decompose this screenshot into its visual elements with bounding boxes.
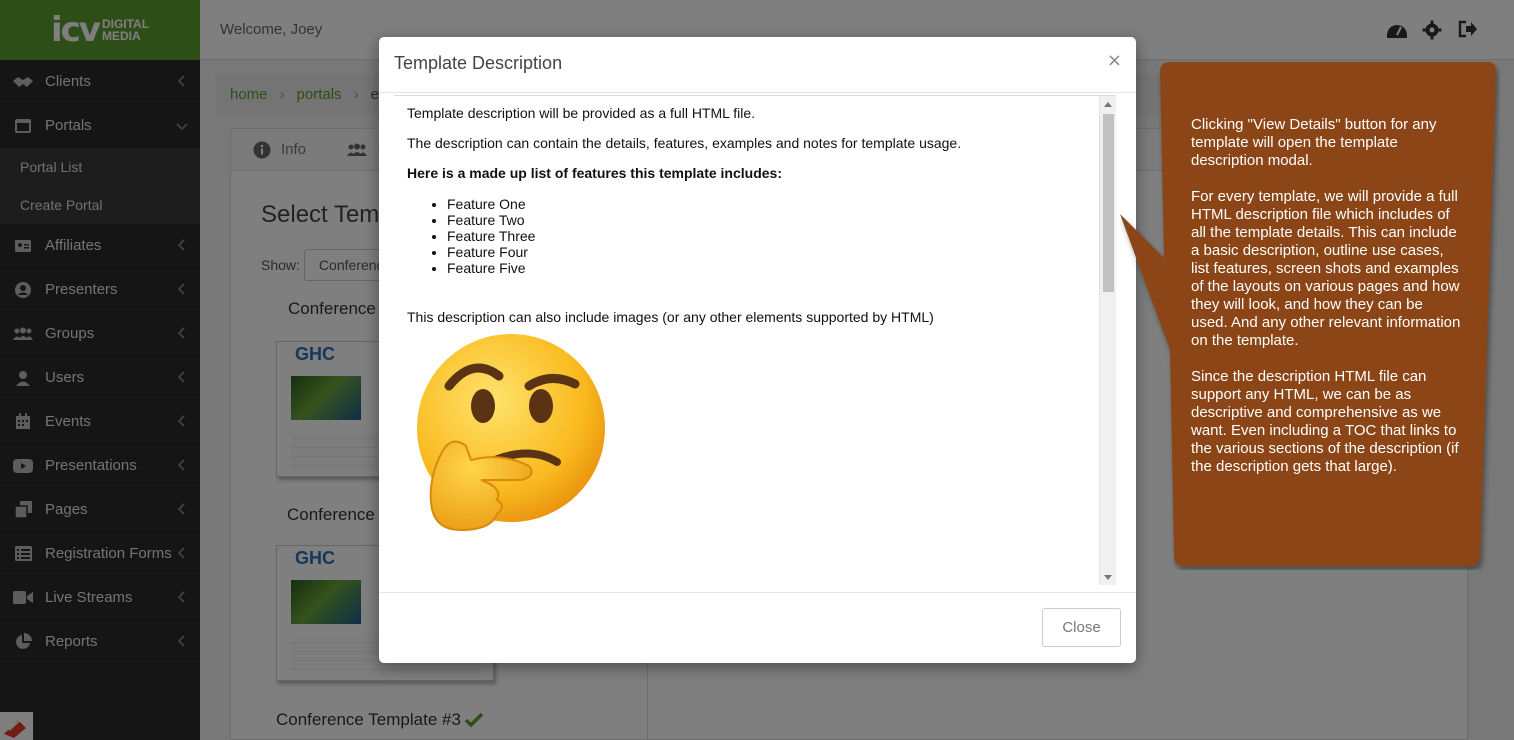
features-heading: Here is a made up list of features this … [407, 165, 782, 181]
callout-text: Clicking "View Details" button for any t… [1191, 116, 1461, 494]
scrollbar-thumb[interactable] [1103, 114, 1114, 292]
list-item: Feature Three [447, 228, 535, 244]
list-item: Feature One [447, 196, 535, 212]
description-para-1: Template description will be provided as… [407, 105, 756, 121]
modal-divider [379, 92, 1136, 93]
description-para-3: This description can also include images… [407, 309, 934, 325]
callout-para-1: Clicking "View Details" button for any t… [1191, 116, 1437, 169]
description-para-2: The description can contain the details,… [407, 135, 962, 151]
description-frame[interactable]: Template description will be provided as… [394, 95, 1116, 585]
template-description-modal: Template Description × Template descript… [379, 37, 1136, 663]
callout-para-3: Since the description HTML file can supp… [1191, 368, 1459, 475]
features-list: Feature One Feature Two Feature Three Fe… [447, 196, 535, 276]
modal-title: Template Description [394, 53, 563, 73]
thinking-face-emoji [417, 334, 605, 532]
close-button[interactable]: Close [1042, 608, 1121, 647]
scroll-up-icon[interactable] [1104, 102, 1112, 107]
list-item: Feature Four [447, 244, 535, 260]
list-item: Feature Five [447, 260, 535, 276]
list-item: Feature Two [447, 212, 535, 228]
callout-para-2: For every template, we will provide a fu… [1191, 188, 1461, 349]
modal-footer-divider [379, 592, 1136, 593]
scroll-down-icon[interactable] [1104, 575, 1112, 580]
scrollbar[interactable] [1099, 96, 1116, 585]
